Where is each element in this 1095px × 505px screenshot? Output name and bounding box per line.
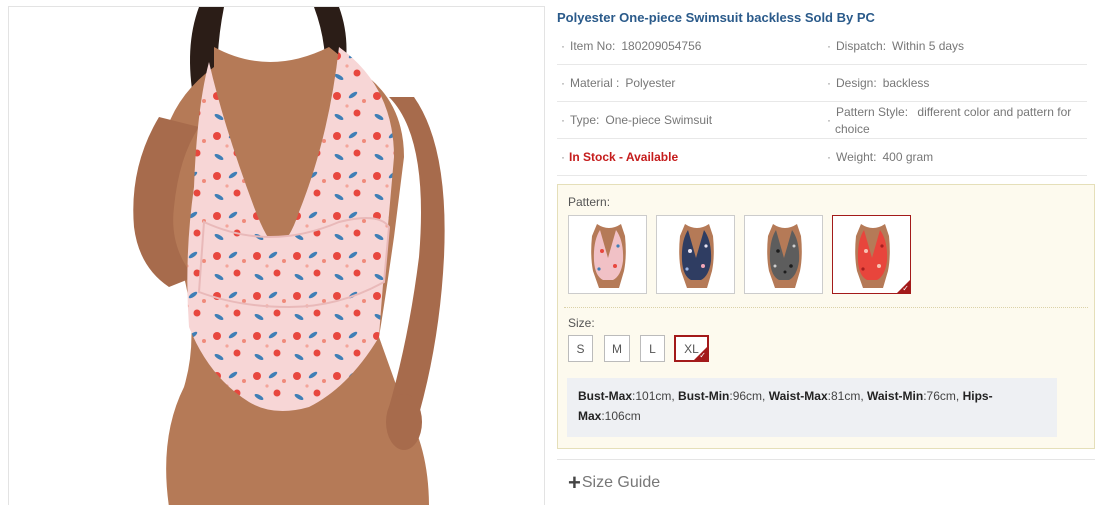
product-title: Polyester One-piece Swimsuit backless So…: [557, 10, 875, 25]
size-measurements: Bust-Max:101cm, Bust-Min:96cm, Waist-Max…: [567, 378, 1057, 437]
measure-value: :106cm: [601, 409, 641, 423]
product-main-image[interactable]: [8, 6, 545, 505]
measure-label: Max: [578, 409, 602, 423]
spec-value: 180209054756: [621, 39, 702, 53]
spec-label: Design:: [836, 76, 877, 90]
spec-type: · Type: One-piece Swimsuit: [557, 102, 823, 138]
pattern-option-red-floral[interactable]: ✓: [832, 215, 911, 294]
pattern-option-pink-floral[interactable]: [568, 215, 647, 294]
spec-design: · Design: backless: [823, 65, 1087, 101]
measure-value: :96cm,: [729, 389, 766, 403]
spec-label: Weight:: [836, 150, 877, 164]
bullet-icon: ·: [561, 150, 565, 164]
spec-row: · In Stock - Available · Weight: 400 gra…: [557, 139, 1087, 176]
pattern-option-leopard[interactable]: [744, 215, 823, 294]
bullet-icon: ·: [827, 76, 831, 90]
bullet-icon: ·: [561, 113, 565, 127]
options-panel: Pattern: ✓ Size: S M L XL ✓ Bust-Max:101…: [557, 184, 1095, 449]
spec-value: backless: [882, 76, 930, 90]
spec-label: Type:: [570, 113, 600, 127]
spec-value: Within 5 days: [892, 39, 965, 53]
measure-value: :76cm,: [923, 389, 960, 403]
pattern-label: Pattern:: [568, 195, 611, 209]
measure-value: :81cm,: [827, 389, 864, 403]
measure-label: Bust-Max: [578, 389, 633, 403]
spec-value: One-piece Swimsuit: [605, 113, 713, 127]
spec-value: 400 gram: [882, 150, 934, 164]
bullet-icon: ·: [827, 39, 831, 53]
bullet-icon: ·: [561, 39, 565, 53]
checkmark-icon: ✓: [699, 351, 706, 360]
spec-label: Item No:: [570, 39, 616, 53]
spec-weight: · Weight: 400 gram: [823, 139, 1087, 175]
spec-label: Dispatch:: [836, 39, 887, 53]
spec-row: · Type: One-piece Swimsuit · Pattern Sty…: [557, 102, 1087, 139]
plus-icon: +: [568, 469, 581, 495]
spec-wrap: Pattern Style: different color and patte…: [835, 103, 1087, 138]
spec-label: Pattern Style:: [836, 104, 909, 119]
measure-label: Hips-: [962, 389, 993, 403]
size-guide-link[interactable]: + Size Guide: [557, 459, 1095, 505]
bullet-icon: ·: [827, 113, 831, 127]
size-option-xl[interactable]: XL ✓: [674, 335, 709, 362]
size-option-m[interactable]: M: [604, 335, 630, 362]
product-info-panel: Polyester One-piece Swimsuit backless So…: [557, 0, 1095, 505]
spec-item-number: · Item No: 180209054756: [557, 28, 823, 64]
options-divider: [564, 307, 1088, 308]
measure-label: Bust-Min: [678, 389, 730, 403]
spec-stock: · In Stock - Available: [557, 139, 823, 175]
spec-material: · Material : Polyester: [557, 65, 823, 101]
spec-dispatch: · Dispatch: Within 5 days: [823, 28, 1087, 64]
spec-pattern-style: · Pattern Style: different color and pat…: [823, 102, 1087, 138]
checkmark-icon: ✓: [902, 284, 909, 293]
size-option-l[interactable]: L: [640, 335, 665, 362]
size-label: Size:: [568, 316, 595, 330]
bullet-icon: ·: [827, 150, 831, 164]
size-option-s[interactable]: S: [568, 335, 593, 362]
spec-row: · Item No: 180209054756 · Dispatch: With…: [557, 28, 1087, 65]
bullet-icon: ·: [561, 76, 565, 90]
measure-label: Waist-Min: [867, 389, 924, 403]
stock-status: In Stock - Available: [569, 150, 679, 164]
spec-label: Material :: [570, 76, 620, 90]
spec-value: Polyester: [625, 76, 676, 90]
measure-value: :101cm,: [632, 389, 675, 403]
spec-row: · Material : Polyester · Design: backles…: [557, 65, 1087, 102]
size-guide-label: Size Guide: [581, 473, 661, 491]
measure-label: Waist-Max: [768, 389, 828, 403]
pattern-option-blue-floral[interactable]: [656, 215, 735, 294]
